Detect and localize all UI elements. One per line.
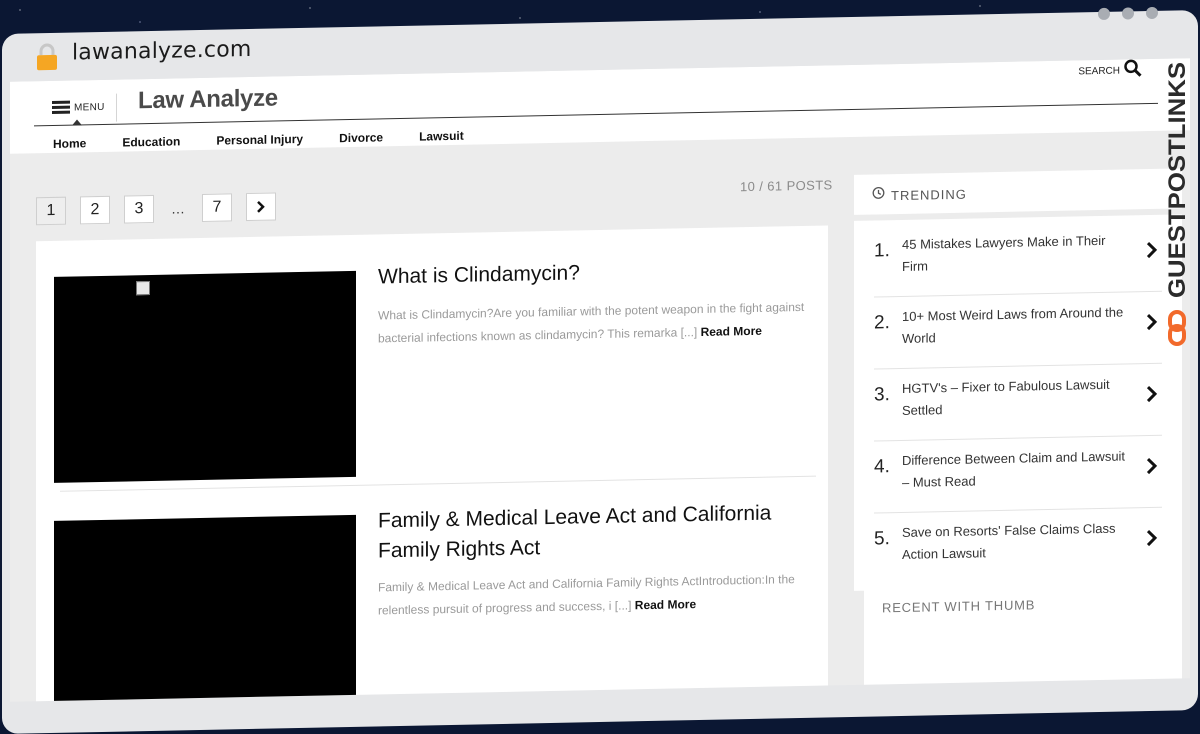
site-logo[interactable]: Law Analyze <box>138 84 278 115</box>
chevron-right-icon <box>1146 529 1158 547</box>
nav-item-home[interactable]: Home <box>53 136 86 151</box>
chevron-right-icon <box>1146 385 1158 403</box>
trending-header: TRENDING <box>854 168 1182 215</box>
guestpostlinks-watermark: GUESTPOSTLINKS <box>1160 52 1194 352</box>
recent-title: RECENT WITH THUMB <box>882 597 1036 616</box>
header-divider <box>116 93 117 122</box>
nav-item-personal-injury[interactable]: Personal Injury <box>216 132 303 148</box>
nav-item-education[interactable]: Education <box>122 134 180 149</box>
nav-item-lawsuit[interactable]: Lawsuit <box>419 129 464 144</box>
trending-link[interactable]: HGTV's – Fixer to Fabulous Lawsuit Settl… <box>902 373 1134 422</box>
post-excerpt: Family & Medical Leave Act and Californi… <box>378 568 818 623</box>
read-more-link[interactable]: Read More <box>635 597 696 612</box>
posts-count: 10 / 61 POSTS <box>740 177 833 195</box>
chevron-right-icon <box>1146 241 1158 259</box>
page-link-2[interactable]: 2 <box>80 195 110 225</box>
post-title[interactable]: Family & Medical Leave Act and Californi… <box>378 498 808 567</box>
main-nav: Home Education Personal Injury Divorce L… <box>53 128 500 151</box>
browser-window: lawanalyze.com MENU Law Analyze SEARCH H… <box>0 0 1200 734</box>
post-excerpt-text: What is Clindamycin?Are you familiar wit… <box>378 299 805 346</box>
trending-item[interactable]: 1. 45 Mistakes Lawyers Make in Their Fir… <box>874 220 1162 298</box>
trending-item[interactable]: 2. 10+ Most Weird Laws from Around the W… <box>874 292 1162 370</box>
next-page-button[interactable] <box>246 192 276 222</box>
window-dot[interactable] <box>1146 6 1158 20</box>
trending-item[interactable]: 5. Save on Resorts' False Claims Class A… <box>874 509 1162 585</box>
window-dot[interactable] <box>1098 7 1110 21</box>
trending-item[interactable]: 3. HGTV's – Fixer to Fabulous Lawsuit Se… <box>874 364 1162 442</box>
trending-number: 5. <box>874 528 890 550</box>
page-link-3[interactable]: 3 <box>124 194 154 224</box>
pagination: 1 2 3 … 7 <box>36 192 290 226</box>
post-title[interactable]: What is Clindamycin? <box>378 254 808 293</box>
trending-number: 3. <box>874 384 890 406</box>
menu-button[interactable]: MENU <box>52 100 105 115</box>
search-button[interactable]: SEARCH <box>1078 59 1142 83</box>
post-thumbnail[interactable] <box>54 270 356 483</box>
post-excerpt-text: Family & Medical Leave Act and Californi… <box>378 572 795 618</box>
hamburger-icon <box>52 100 70 115</box>
chevron-right-icon <box>1146 457 1158 475</box>
post-item: What is Clindamycin? What is Clindamycin… <box>54 244 814 483</box>
trending-number: 4. <box>874 456 890 478</box>
clock-icon <box>872 186 885 204</box>
menu-label: MENU <box>74 101 105 114</box>
page-link-1[interactable]: 1 <box>36 196 66 226</box>
read-more-link[interactable]: Read More <box>701 324 762 339</box>
lock-icon <box>34 43 60 72</box>
page-viewport: MENU Law Analyze SEARCH Home Education P… <box>10 58 1190 702</box>
link-chain-icon <box>1168 310 1186 346</box>
search-icon <box>1124 59 1142 82</box>
search-label: SEARCH <box>1078 65 1120 78</box>
trending-link[interactable]: 45 Mistakes Lawyers Make in Their Firm <box>902 229 1134 278</box>
trending-link[interactable]: 10+ Most Weird Laws from Around the Worl… <box>902 301 1134 350</box>
trending-item[interactable]: 4. Difference Between Claim and Lawsuit … <box>874 436 1162 514</box>
trending-number: 1. <box>874 240 890 262</box>
nav-item-divorce[interactable]: Divorce <box>339 130 383 145</box>
trending-link[interactable]: Save on Resorts' False Claims Class Acti… <box>902 517 1134 566</box>
address-bar-url[interactable]: lawanalyze.com <box>72 37 252 66</box>
trending-link[interactable]: Difference Between Claim and Lawsuit – M… <box>902 445 1134 494</box>
pagination-ellipsis: … <box>171 200 185 217</box>
trending-number: 2. <box>874 312 890 334</box>
post-excerpt: What is Clindamycin?Are you familiar wit… <box>378 296 818 351</box>
post-list: What is Clindamycin? What is Clindamycin… <box>36 225 828 702</box>
window-controls <box>1098 6 1158 21</box>
menu-indicator-icon <box>72 119 82 126</box>
trending-title: TRENDING <box>891 186 967 203</box>
watermark-text: GUESTPOSTLINKS <box>1164 62 1191 298</box>
page-link-7[interactable]: 7 <box>202 193 232 222</box>
post-thumbnail[interactable] <box>54 514 356 702</box>
chevron-right-icon <box>257 200 265 213</box>
chevron-right-icon <box>1146 313 1158 331</box>
broken-image-icon <box>136 281 150 296</box>
trending-list: 1. 45 Mistakes Lawyers Make in Their Fir… <box>854 214 1182 591</box>
window-dot[interactable] <box>1122 7 1134 20</box>
